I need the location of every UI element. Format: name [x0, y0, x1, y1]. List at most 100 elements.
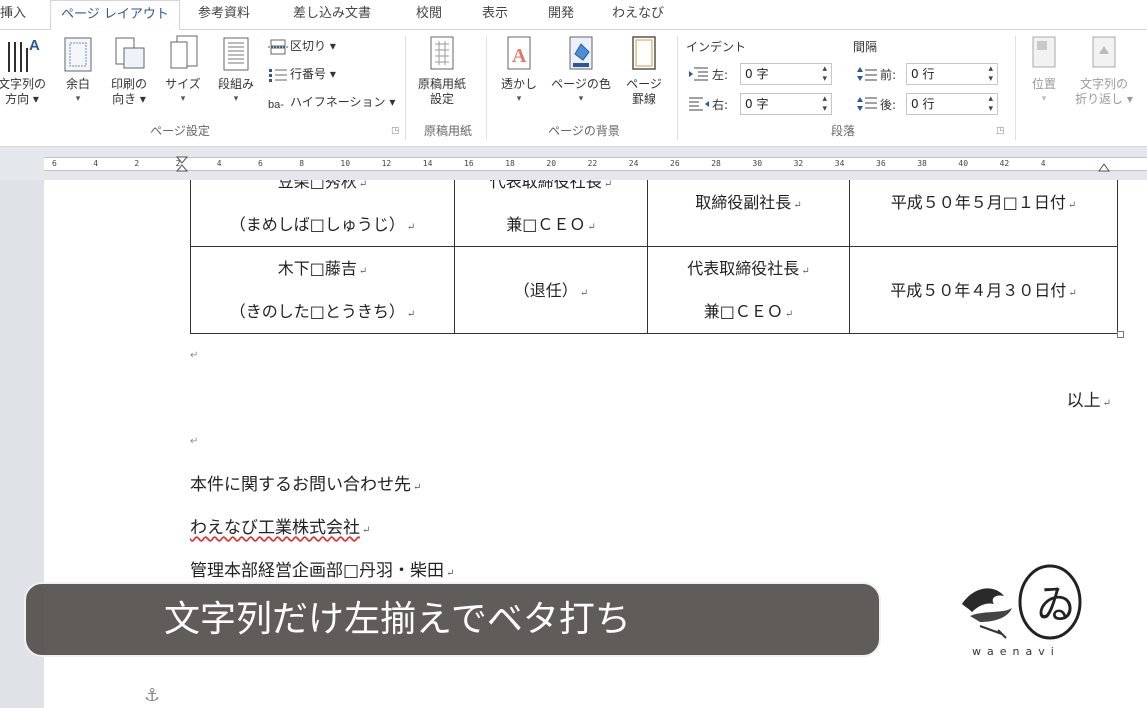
- indent-left-label: 左:: [712, 68, 729, 82]
- tab-insert[interactable]: 挿入: [0, 0, 26, 30]
- paragraph-mark: ↵: [190, 436, 199, 447]
- logo-wordmark: waenavi: [972, 645, 1060, 658]
- wrap-text-label-2: 折り返し ▾: [1075, 92, 1133, 106]
- position-button[interactable]: 位置 ▾: [1024, 34, 1064, 107]
- table-cell-date[interactable]: 平成５０年４月３０日付 ↵: [849, 246, 1118, 334]
- hyphenation-label: ハイフネーション ▾: [290, 95, 396, 109]
- tab-waenavi[interactable]: わえなび: [612, 0, 664, 30]
- hyphenation-icon: ba-: [268, 99, 284, 111]
- orientation-label-2: 向き ▾: [112, 92, 146, 106]
- indent-left-icon: [689, 67, 708, 81]
- spinner-arrows-icon[interactable]: ▴ ▾: [988, 64, 993, 84]
- table-resize-handle[interactable]: [1117, 331, 1124, 338]
- table-row: 木下□藤吉 ↵ （きのした□とうきち） ↵ （退任） ↵ 代表取締役社長 ↵ 兼□ＣＥＯ…: [190, 246, 1118, 334]
- text-direction-icon: A: [8, 37, 40, 72]
- orientation-button[interactable]: 印刷の 向き ▾: [106, 34, 152, 107]
- svg-text:A: A: [29, 37, 40, 54]
- table-cell-old-title[interactable]: 代表取締役社長 ↵ 兼□ＣＥＯ ↵: [454, 180, 648, 247]
- spacing-before-icon: [857, 67, 877, 81]
- columns-icon: [223, 37, 249, 71]
- title-line: 代表取締役社長 ↵: [687, 259, 810, 278]
- tab-mailings[interactable]: 差し込み文書: [293, 0, 371, 30]
- ruler-number: 42: [999, 159, 1010, 168]
- svg-text:ゐ: ゐ: [1036, 582, 1076, 628]
- manuscript-settings-button[interactable]: 原稿用紙 設定: [412, 34, 472, 107]
- ruler-number: 4: [1040, 159, 1046, 168]
- page-setup-group-label: ページ設定: [150, 124, 210, 138]
- margins-icon: [64, 37, 92, 72]
- orientation-label-1: 印刷の: [110, 77, 147, 91]
- table-cell-new-title[interactable]: 取締役副社長 ↵: [647, 180, 850, 247]
- company-name: わえなび工業株式会社 ↵: [190, 518, 371, 538]
- breaks-icon: [268, 39, 288, 54]
- table-cell-old-title[interactable]: （退任） ↵: [454, 246, 648, 334]
- ruler-strip: 6 4 2 2 4 6 8 10 12 14 16 18 20 22 24 26 28 30 32 34 36 38 40 4…: [44, 156, 1147, 172]
- ruler-number: 34: [834, 159, 845, 168]
- horizontal-ruler[interactable]: 6 4 2 2 4 6 8 10 12 14 16 18 20 22 24 26 28 30 32 34 36 38 40 4…: [0, 147, 1147, 180]
- anchor-icon: ⚓: [144, 685, 161, 706]
- indent-left-input[interactable]: 0 字 ▴ ▾: [740, 63, 832, 85]
- spacing-after-input[interactable]: 0 行 ▴ ▾: [906, 93, 998, 115]
- page-background-group-label: ページの背景: [548, 124, 620, 138]
- columns-button[interactable]: 段組み ▾: [212, 34, 260, 107]
- svg-text:ba-: ba-: [268, 99, 284, 111]
- indent-right-input[interactable]: 0 字 ▴ ▾: [740, 93, 832, 115]
- reading-line: （きのした□とうきち） ↵: [229, 302, 416, 321]
- position-label: 位置: [1031, 77, 1056, 91]
- tab-view[interactable]: 表示: [482, 0, 508, 30]
- spinner-arrows-icon[interactable]: ▴ ▾: [988, 94, 993, 114]
- ruler-number: 36: [876, 159, 886, 168]
- name-line: 木下□藤吉 ↵: [277, 259, 368, 278]
- ruler-number: 38: [917, 159, 927, 168]
- indent-right-value: 0 字: [745, 97, 769, 111]
- table-cell-date[interactable]: 平成５０年５月□１日付 ↵: [849, 180, 1118, 247]
- wrap-text-icon: [1092, 36, 1116, 68]
- spacing-before-input[interactable]: 0 行 ▴ ▾: [906, 63, 998, 85]
- breaks-button[interactable]: 区切り ▾: [268, 36, 336, 56]
- line-numbers-icon: [269, 68, 287, 82]
- position-icon: [1032, 36, 1056, 68]
- title-line: 兼□ＣＥＯ ↵: [703, 302, 794, 321]
- manuscript-paper-icon: [430, 36, 454, 70]
- paragraph-group-label: 段落: [830, 124, 855, 138]
- spinner-arrows-icon[interactable]: ▴ ▾: [822, 64, 827, 84]
- title-line: 兼□ＣＥＯ ↵: [506, 214, 596, 234]
- tab-references[interactable]: 参考資料: [198, 0, 250, 30]
- manuscript-group-label: 原稿用紙: [423, 124, 472, 138]
- paragraph-launcher-icon[interactable]: ◳: [996, 126, 1005, 136]
- watermark-button[interactable]: A 透かし ▾: [496, 34, 542, 107]
- closing-text: 以上 ↵: [1066, 391, 1111, 411]
- hyphenation-button[interactable]: ba- ハイフネーション ▾: [268, 92, 395, 112]
- wrap-text-button[interactable]: 文字列の 折り返し ▾: [1072, 34, 1136, 107]
- manuscript-settings-label-2: 設定: [429, 92, 454, 106]
- page-color-button[interactable]: ページの色 ▾: [548, 34, 614, 107]
- page-setup-launcher-icon[interactable]: ◳: [391, 126, 400, 136]
- text-direction-button[interactable]: A 文字列の 方向 ▾: [0, 34, 48, 107]
- ruler-number: 20: [546, 159, 557, 168]
- ruler-number: 22: [587, 159, 598, 168]
- ribbon-tab-bar: 挿入 ページ レイアウト 参考資料 差し込み文書 校閲 表示 開発 わえなび: [0, 0, 1147, 31]
- right-indent-marker-icon[interactable]: [1098, 156, 1110, 172]
- table-cell-name[interactable]: 豆柴□秀秋 ↵ （まめしば□しゅうじ） ↵: [190, 180, 455, 247]
- size-button[interactable]: サイズ ▾: [162, 34, 204, 107]
- tab-review[interactable]: 校閲: [416, 0, 442, 30]
- title-line: （退任） ↵: [513, 280, 589, 300]
- ruler-number: 2: [175, 159, 181, 168]
- personnel-table[interactable]: 豆柴□秀秋 ↵ （まめしば□しゅうじ） ↵ 代表取締役社長 ↵ 兼□ＣＥＯ ↵ 取締役副…: [190, 180, 1118, 334]
- spinner-arrows-icon[interactable]: ▴ ▾: [822, 94, 827, 114]
- page-borders-label-1: ページ: [626, 77, 662, 91]
- page-color-label: ページの色: [551, 77, 611, 91]
- page-color-icon: [569, 36, 593, 70]
- breaks-label: 区切り ▾: [290, 39, 336, 53]
- margins-button[interactable]: 余白 ▾: [60, 34, 96, 107]
- tab-developer[interactable]: 開発: [548, 0, 574, 30]
- tab-page-layout[interactable]: ページ レイアウト: [50, 0, 180, 31]
- page-borders-button[interactable]: ページ 罫線: [622, 34, 666, 107]
- paragraph-mark: ↵: [190, 350, 199, 361]
- department-line: 管理本部経営企画部□丹羽・柴田 ↵: [190, 561, 455, 581]
- table-cell-new-title[interactable]: 代表取締役社長 ↵ 兼□ＣＥＯ ↵: [647, 246, 850, 334]
- table-cell-name[interactable]: 木下□藤吉 ↵ （きのした□とうきち） ↵: [190, 246, 455, 334]
- ruler-number: 16: [464, 159, 474, 168]
- spacing-before-label: 前:: [880, 68, 897, 82]
- line-numbers-button[interactable]: 行番号 ▾: [268, 64, 336, 84]
